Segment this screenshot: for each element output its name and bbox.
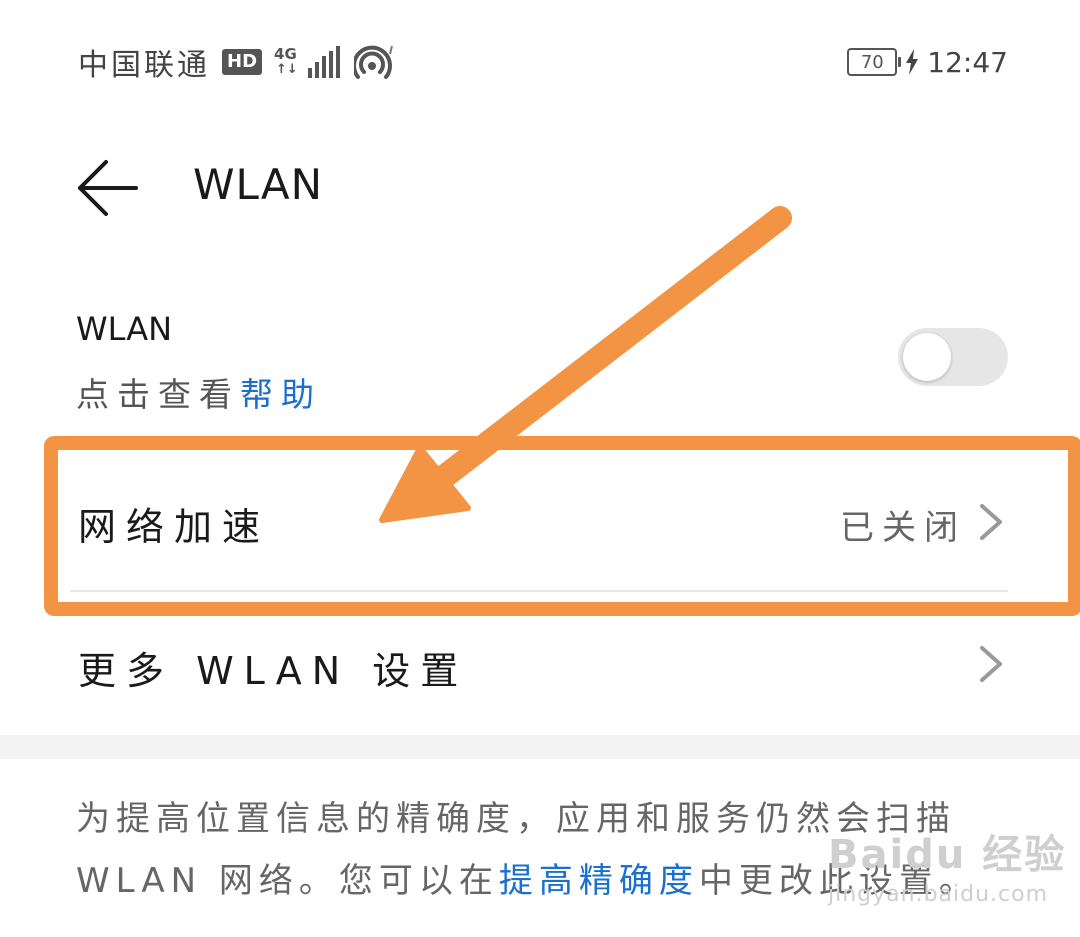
watermark-url: jingyan.baidu.com [828, 882, 1049, 907]
network-type-icon: 4G ↑↓ [274, 45, 298, 79]
wlan-help-prefix: 点击查看 [76, 375, 240, 414]
battery-level: 70 [860, 51, 884, 73]
help-link[interactable]: 帮助 [240, 375, 322, 414]
wlan-help-hint: 点击查看帮助 [76, 368, 322, 416]
toggle-knob [903, 333, 951, 381]
hd-badge: HD [222, 49, 263, 75]
back-arrow-icon[interactable] [76, 158, 140, 218]
annotation-highlight-box [44, 436, 1080, 616]
watermark-brand: Baidu 经验 [828, 832, 1067, 878]
status-bar-right: 70 12:47 [847, 44, 1008, 80]
section-separator [0, 735, 1080, 759]
footer-line-2-prefix: WLAN 网络。您可以在 [76, 861, 499, 901]
wlan-toggle-switch[interactable] [898, 328, 1008, 386]
clock: 12:47 [927, 45, 1008, 79]
wlan-toggle-label: WLAN [76, 310, 173, 348]
carrier-name: 中国联通 [78, 48, 210, 83]
network-activity-label: ↑↓ [276, 62, 298, 77]
status-bar-left: 中国联通 HD 4G ↑↓ [78, 42, 396, 83]
battery-icon: 70 [847, 48, 902, 76]
chevron-right-icon [980, 646, 1002, 682]
page-title: WLAN [193, 160, 324, 209]
network-type-label: 4G [274, 45, 297, 63]
signal-strength-icon [308, 46, 341, 78]
hotspot-icon [354, 45, 393, 79]
improve-accuracy-link[interactable]: 提高精确度 [499, 861, 699, 901]
baidu-watermark: Baidu 经验 jingyan.baidu.com [828, 822, 1066, 907]
charging-bolt-icon [906, 49, 919, 75]
more-wlan-settings-label: 更多 WLAN 设置 [78, 649, 469, 693]
